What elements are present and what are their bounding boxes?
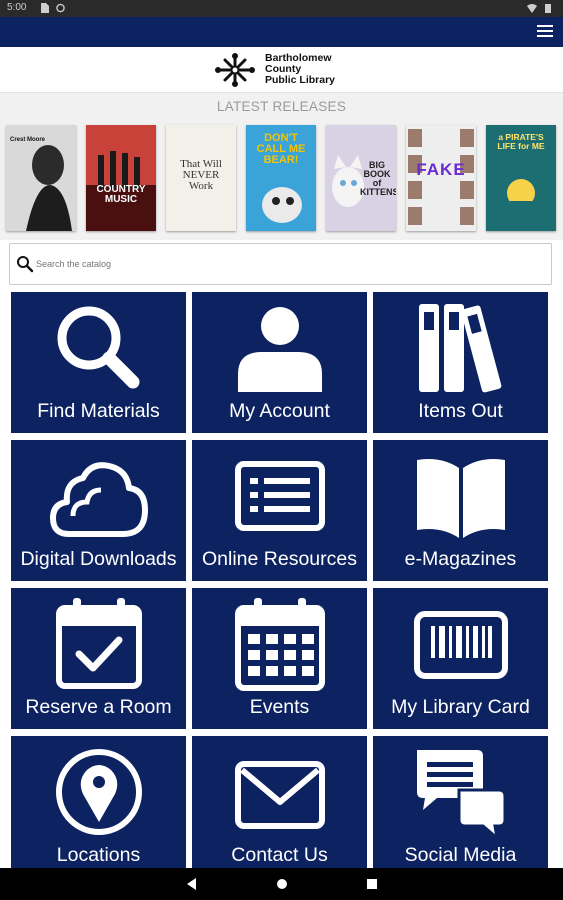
list-window-icon [234, 461, 325, 531]
tile-label: My Account [229, 400, 330, 422]
book-title: That Will NEVER Work [180, 158, 222, 192]
tile-label: Social Media [404, 844, 517, 866]
tile-e-magazines[interactable]: e-Magazines [373, 440, 548, 581]
tile-label: Online Resources [202, 548, 357, 570]
book-cover[interactable]: a PIRATE'S LIFE for ME [486, 125, 556, 231]
sim-card-icon [41, 3, 49, 13]
tile-my-account[interactable]: My Account [192, 292, 367, 433]
tile-label: My Library Card [391, 696, 530, 718]
book-title: Crest Moore [10, 137, 46, 143]
library-logo-icon [215, 53, 255, 87]
book-cover-art [86, 125, 156, 231]
book-cover[interactable]: That Will NEVER Work [166, 125, 236, 231]
tile-items-out[interactable]: Items Out [373, 292, 548, 433]
app-bar [0, 17, 563, 47]
catalog-search-box[interactable] [9, 243, 552, 285]
chat-bubbles-icon [416, 750, 506, 842]
library-name-line3: Public Library [265, 74, 336, 86]
tile-digital-downloads[interactable]: Digital Downloads [11, 440, 186, 581]
magnifier-icon [57, 306, 139, 389]
open-book-icon [416, 459, 505, 540]
status-bar: 5:00 [0, 0, 563, 17]
book-title: COUNTRY MUSIC [96, 184, 146, 205]
envelope-icon [234, 761, 325, 829]
search-icon [17, 256, 34, 273]
tile-reserve-a-room[interactable]: Reserve a Room [11, 588, 186, 729]
book-cover[interactable]: Crest Moore [6, 125, 76, 231]
status-time: 5:00 [7, 2, 27, 13]
tile-social-media[interactable]: Social Media [373, 736, 548, 868]
releases-title: LATEST RELEASES [216, 99, 347, 114]
tile-label: Events [249, 696, 310, 718]
feature-tile-grid: Find Materials My Account Items Out Digi… [0, 292, 563, 868]
tile-my-library-card[interactable]: My Library Card [373, 588, 548, 729]
book-cover[interactable]: FAKE [406, 125, 476, 231]
book-cover[interactable]: COUNTRY MUSIC [86, 125, 156, 231]
tile-label: Digital Downloads [20, 548, 177, 570]
book-title: DON'T CALL ME BEAR! [256, 132, 306, 166]
person-icon [237, 307, 322, 392]
map-pin-icon [55, 749, 142, 835]
battery-icon [545, 4, 551, 13]
book-cover[interactable]: BIG BOOK of KITTENS [326, 125, 396, 231]
book-title: BIG BOOK of KITTENS [360, 160, 396, 197]
books-icon [418, 304, 501, 393]
tile-contact-us[interactable]: Contact Us [192, 736, 367, 868]
home-circle-icon[interactable] [274, 876, 290, 892]
tile-label: Contact Us [231, 844, 328, 866]
calendar-check-icon [55, 598, 142, 689]
barcode-card-icon [413, 611, 508, 679]
data-saver-icon [56, 3, 65, 13]
tile-label: e-Magazines [404, 548, 517, 570]
system-nav-bar [0, 868, 563, 900]
library-logo-banner: Bartholomew County Public Library [0, 47, 563, 93]
book-title: FAKE [416, 160, 466, 179]
tile-online-resources[interactable]: Online Resources [192, 440, 367, 581]
tile-find-materials[interactable]: Find Materials [11, 292, 186, 433]
calendar-grid-icon [234, 598, 325, 691]
back-triangle-icon[interactable] [184, 876, 200, 892]
search-input[interactable] [36, 254, 536, 274]
wifi-icon [527, 4, 537, 13]
tile-events[interactable]: Events [192, 588, 367, 729]
recents-square-icon[interactable] [364, 876, 380, 892]
book-title: a PIRATE'S LIFE for ME [497, 132, 545, 151]
library-name: Bartholomew County Public Library [265, 53, 335, 86]
latest-releases-carousel: LATEST RELEASES Crest Moore COUNTRY MUSI… [0, 93, 563, 240]
tile-label: Locations [56, 844, 141, 866]
hamburger-menu-icon[interactable] [537, 25, 553, 39]
cloud-icon [49, 462, 148, 537]
tile-locations[interactable]: Locations [11, 736, 186, 868]
book-cover[interactable]: DON'T CALL ME BEAR! [246, 125, 316, 231]
tile-label: Reserve a Room [25, 696, 172, 718]
tile-label: Find Materials [37, 400, 160, 422]
tile-label: Items Out [418, 400, 503, 422]
